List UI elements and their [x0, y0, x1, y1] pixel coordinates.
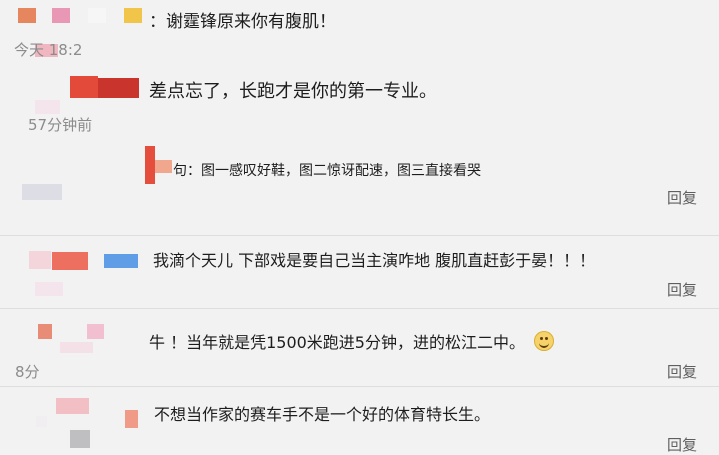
comment-2-time: 57分钟前 [28, 116, 93, 134]
reply-button[interactable]: 回复 [667, 434, 697, 455]
comment-5-time: 8分 [15, 363, 40, 381]
comment-2: 差点忘了，长跑才是你的第一专业。 57分钟前 [0, 73, 719, 143]
reply-button[interactable]: 回复 [667, 361, 697, 382]
comment-4-text: 我滴个天儿 下部戏是要自己当主演咋地 腹肌直赶彭于晏！！！ [153, 251, 596, 270]
comment-1-time: 今天 18:2 [14, 41, 83, 59]
comment-thread: ：谢霆锋原来你有腹肌！ 今天 18:2 差点忘了，长跑才是你的第一专业。 57分… [0, 0, 719, 454]
comment-6-text: 不想当作家的赛车手不是一个好的体育特长生。 [154, 405, 491, 424]
smile-emoji-icon [534, 331, 555, 351]
comment-3: 句：图一感叹好鞋，图二惊讶配速，图三直接看哭 回复 [0, 143, 719, 235]
reply-button[interactable]: 回复 [667, 279, 697, 300]
comment-5: 牛 ！当年就是凭1500米跑进5分钟，进的松江二中。 8分 回复 [0, 308, 719, 386]
comment-4: 我滴个天儿 下部戏是要自己当主演咋地 腹肌直赶彭于晏！！！ 回复 [0, 235, 719, 308]
comment-2-text: 差点忘了，长跑才是你的第一专业。 [149, 81, 437, 102]
comment-6: 不想当作家的赛车手不是一个好的体育特长生。 回复 [0, 386, 719, 454]
comment-5-text: 牛 ！当年就是凭1500米跑进5分钟，进的松江二中。 [149, 329, 555, 353]
reply-button[interactable]: 回复 [667, 187, 697, 208]
comment-5-message: 牛 ！当年就是凭1500米跑进5分钟，进的松江二中。 [149, 333, 525, 352]
comment-1-text: ：谢霆锋原来你有腹肌！ [149, 12, 336, 32]
comment-3-text: 句：图一感叹好鞋，图二惊讶配速，图三直接看哭 [173, 163, 481, 179]
comment-1: ：谢霆锋原来你有腹肌！ 今天 18:2 [0, 0, 719, 73]
